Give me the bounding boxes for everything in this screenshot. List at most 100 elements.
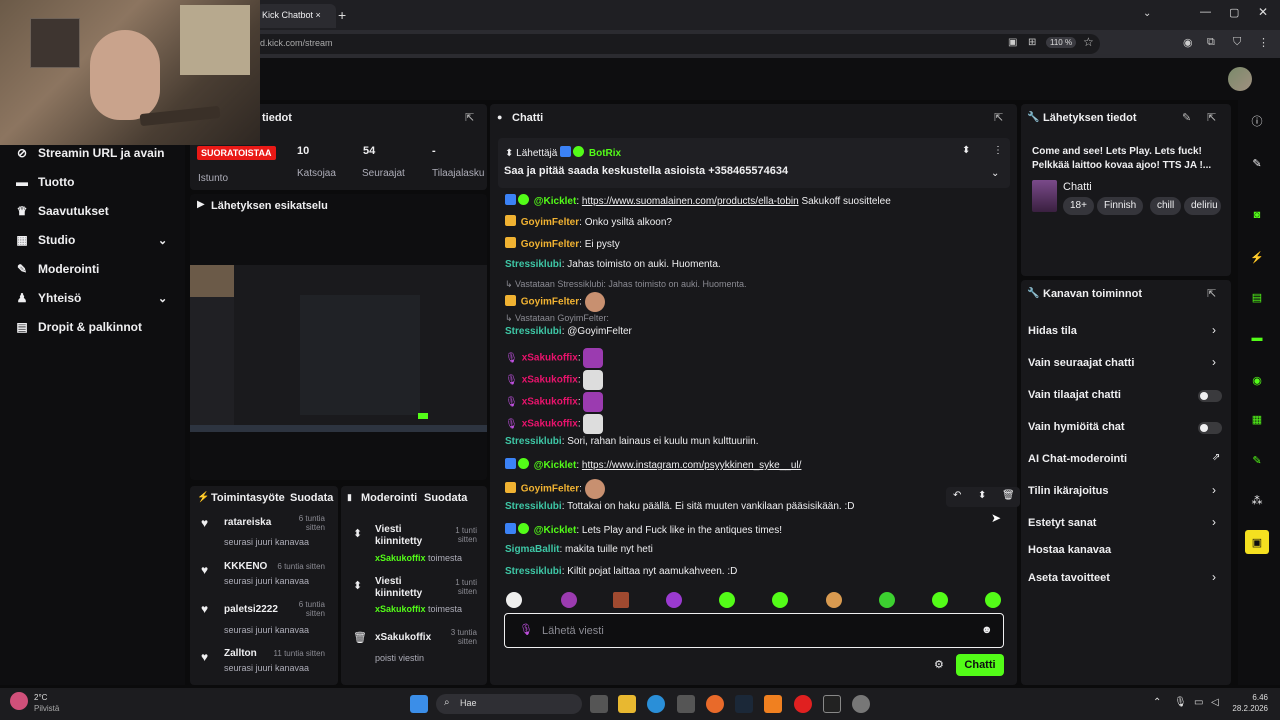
action-banned-words[interactable]: Estetyt sanat <box>1028 517 1096 529</box>
action-host[interactable]: Hostaa kanavaa <box>1028 544 1111 556</box>
sidebar-item-achievements[interactable]: ♛ Saavutukset <box>14 200 109 222</box>
action-age-restriction[interactable]: Tilin ikärajoitus <box>1028 485 1109 497</box>
chat-username[interactable]: Stressiklubi <box>505 326 562 337</box>
message-text[interactable]: https://www.suomalainen.com/products/ell… <box>582 196 799 207</box>
tab-list-icon[interactable]: ⌄ <box>1143 8 1151 19</box>
tag-chip[interactable]: deliriu <box>1184 197 1221 215</box>
browser-tab[interactable]: Kick Chatbot × <box>256 4 336 28</box>
sidebar-item-studio[interactable]: ▦ Studio ⌄ <box>14 229 167 251</box>
emoji-icon[interactable]: ☻ <box>981 624 993 636</box>
sidebar-item-community[interactable]: ♟ Yhteisö ⌄ <box>14 287 168 309</box>
chat-username[interactable]: GoyimFelter <box>521 217 579 228</box>
chat-message[interactable]: GoyimFelter: Ei pysty <box>505 237 620 250</box>
chevron-right-icon[interactable]: › <box>1212 570 1216 584</box>
activity-name[interactable]: paletsi2222 <box>224 604 278 615</box>
tray-chevron-icon[interactable]: ⌃ <box>1153 697 1161 708</box>
action-slow-mode[interactable]: Hidas tila <box>1028 325 1077 337</box>
reply-context[interactable]: ↳ Vastataan Stressiklubi: Jahas toimisto… <box>505 279 747 290</box>
emote-icon[interactable] <box>932 592 948 608</box>
edge-icon[interactable] <box>647 695 665 713</box>
subs-only-toggle[interactable] <box>1198 390 1222 402</box>
gear-icon[interactable]: ⚙ <box>934 658 944 671</box>
chat-username[interactable]: @Kicklet <box>534 525 577 536</box>
obs-icon[interactable] <box>852 695 870 713</box>
emote-icon[interactable] <box>826 592 842 608</box>
steam-icon[interactable] <box>735 695 753 713</box>
reply-icon[interactable]: ↶ <box>953 490 961 501</box>
grid-icon[interactable]: ▦ <box>1247 409 1267 429</box>
emote-icon[interactable] <box>561 592 577 608</box>
opera-icon[interactable] <box>794 695 812 713</box>
taskbar-search[interactable] <box>436 694 582 714</box>
activity-name[interactable]: ratareiska <box>224 517 271 528</box>
action-ai-moderation[interactable]: AI Chat-moderointi <box>1028 453 1127 465</box>
chat-input[interactable]: Lähetä viesti <box>542 625 604 637</box>
reply-context[interactable]: ↳ Vastataan GoyimFelter: <box>505 313 609 324</box>
activity-name[interactable]: KKKENO <box>224 561 267 572</box>
pinned-sender[interactable]: BotRix <box>589 148 621 159</box>
sidebar-item-moderation[interactable]: ✎ Moderointi <box>14 258 99 280</box>
action-followers-only[interactable]: Vain seuraajat chatti <box>1028 357 1134 369</box>
emotes-only-toggle[interactable] <box>1198 422 1222 434</box>
translate-icon[interactable]: ⊞ <box>1028 37 1036 48</box>
chat-message[interactable]: Stressiklubi: Kiltit pojat laittaa nyt a… <box>505 566 737 577</box>
external-link-icon[interactable]: ⇗ <box>1212 452 1220 463</box>
tag-chip[interactable]: 18+ <box>1063 197 1094 215</box>
chat-message[interactable]: GoyimFelter: Onko ysiltä alkoon? <box>505 215 672 228</box>
sidebar-item-revenue[interactable]: ▬ Tuotto <box>14 171 74 193</box>
avatar[interactable] <box>1228 67 1252 91</box>
chevron-right-icon[interactable]: › <box>1212 483 1216 497</box>
moderation-user[interactable]: xSakukoffix <box>375 604 426 614</box>
vlc-icon[interactable] <box>764 695 782 713</box>
chat-username[interactable]: SigmaBallit <box>505 544 559 555</box>
chat-message[interactable]: 🎙 xSakukoffix: <box>505 392 604 412</box>
chat-message[interactable]: GoyimFelter: <box>505 292 605 312</box>
activity-filter-button[interactable]: Suodata <box>290 492 333 504</box>
pin-icon[interactable]: ⬍ <box>978 490 986 501</box>
chat-username[interactable]: xSakukoffix <box>522 353 578 364</box>
menu-icon[interactable]: ⋮ <box>1258 36 1269 49</box>
screen-icon[interactable]: ▣ <box>1008 37 1017 48</box>
chat-message[interactable]: Stressiklubi: Jahas toimisto on auki. Hu… <box>505 259 721 270</box>
chat-username[interactable]: @Kicklet <box>534 196 577 207</box>
share-icon[interactable]: ⁂ <box>1247 490 1267 510</box>
trash-icon[interactable]: 🗑 <box>1002 490 1015 501</box>
chat-message[interactable]: @Kicklet: https://www.suomalainen.com/pr… <box>505 194 891 207</box>
popout-icon[interactable]: ⇱ <box>994 111 1003 124</box>
moderation-title-text[interactable]: xSakukoffix <box>375 632 431 643</box>
sidebar-item-stream-url[interactable]: ⊘ Streamin URL ja avain <box>14 142 165 164</box>
shield-icon[interactable]: ⛉ <box>1233 36 1241 49</box>
more-icon[interactable]: ⋮ <box>993 145 1003 156</box>
firefox-icon[interactable] <box>706 695 724 713</box>
chat-username[interactable]: xSakukoffix <box>522 397 578 408</box>
windows-start-icon[interactable] <box>410 695 428 713</box>
chat-message[interactable]: Stressiklubi: Sori, rahan lainaus ei kuu… <box>505 436 758 447</box>
activity-name[interactable]: Zallton <box>224 648 257 659</box>
mic-tray-icon[interactable]: 🎙 <box>1174 697 1187 708</box>
document-icon[interactable]: ▤ <box>1247 287 1267 307</box>
address-bar[interactable] <box>250 34 1100 54</box>
chat-message[interactable]: 🎙 xSakukoffix: <box>505 370 604 390</box>
category-name[interactable]: Chatti <box>1063 181 1092 193</box>
terminal-icon[interactable] <box>823 695 841 713</box>
chat-bubble-icon[interactable]: ▬ <box>1247 328 1267 348</box>
new-tab-icon[interactable]: + <box>338 7 346 23</box>
unpin-icon[interactable]: ⬍ <box>962 145 970 156</box>
zoom-level[interactable]: 110 % <box>1046 37 1077 48</box>
chat-username[interactable]: xSakukoffix <box>522 375 578 386</box>
pen-icon[interactable]: ✎ <box>1247 153 1267 173</box>
chat-username[interactable]: GoyimFelter <box>521 297 579 308</box>
chat-message[interactable]: Stressiklubi: Tottakai on haku päällä. E… <box>505 501 855 512</box>
chevron-down-icon[interactable]: ⌄ <box>991 168 999 179</box>
tag-chip[interactable]: Finnish <box>1097 197 1144 215</box>
chat-message[interactable]: @Kicklet: Lets Play and Fuck like in the… <box>505 523 782 536</box>
chat-username[interactable]: GoyimFelter <box>521 239 579 250</box>
chat-username[interactable]: Stressiklubi <box>505 501 562 512</box>
message-text[interactable]: https://www.instagram.com/psyykkinen_syk… <box>582 460 802 471</box>
close-icon[interactable]: ✕ <box>1258 5 1268 19</box>
chat-input-box[interactable]: 🎙 Lähetä viesti ☻ <box>504 613 1004 648</box>
minimize-icon[interactable]: — <box>1200 6 1211 18</box>
chat-message[interactable]: GoyimFelter: <box>505 479 605 499</box>
camera-icon[interactable]: ◙ <box>1247 205 1267 225</box>
moderation-filter-button[interactable]: Suodata <box>424 492 467 504</box>
